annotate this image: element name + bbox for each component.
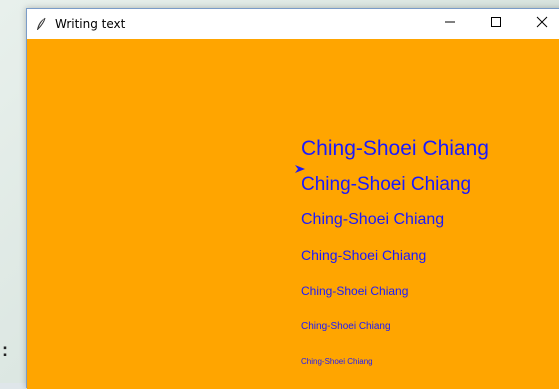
window-controls — [427, 9, 559, 39]
app-window: Writing text Ching-Shoei Chiang Ching-Sh… — [26, 8, 559, 389]
canvas-text-line-2: Ching-Shoei Chiang — [301, 174, 472, 195]
canvas-text-line-3: Ching-Shoei Chiang — [301, 211, 445, 228]
canvas-text-line-6: Ching-Shoei Chiang — [301, 321, 391, 332]
feather-icon — [33, 16, 49, 32]
close-icon — [536, 15, 548, 33]
close-button[interactable] — [519, 9, 559, 39]
background-colon-mark: : — [2, 340, 8, 360]
minimize-icon — [444, 15, 456, 33]
title-bar[interactable]: Writing text — [27, 9, 559, 39]
window-title: Writing text — [55, 17, 126, 31]
canvas-text-line-5: Ching-Shoei Chiang — [301, 284, 409, 298]
arrow-cursor-icon — [295, 160, 305, 178]
canvas-text-line-7: Ching-Shoei Chiang — [301, 357, 373, 366]
minimize-button[interactable] — [427, 9, 473, 39]
maximize-button[interactable] — [473, 9, 519, 39]
canvas-text-line-1: Ching-Shoei Chiang — [301, 137, 489, 160]
canvas-text-line-4: Ching-Shoei Chiang — [301, 247, 427, 263]
drawing-canvas[interactable]: Ching-Shoei Chiang Ching-Shoei Chiang Ch… — [27, 39, 559, 389]
maximize-icon — [490, 15, 502, 33]
